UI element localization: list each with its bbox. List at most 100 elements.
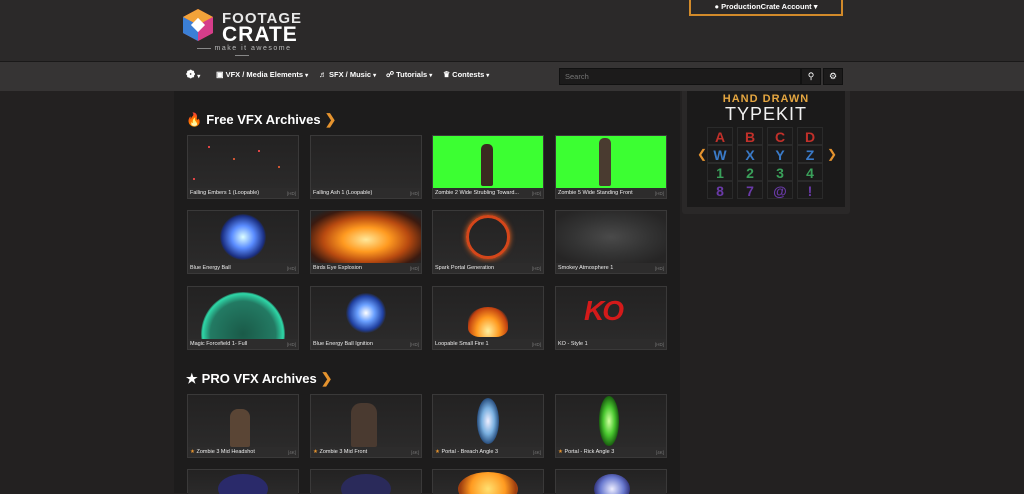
user-icon: ● (714, 2, 719, 11)
ad-letter: 2 (737, 163, 763, 181)
hd-badge: [HD] (410, 266, 419, 271)
vfx-card[interactable] (310, 469, 422, 494)
card-title: Zombie 2 Wide Strubling Toward... (435, 190, 519, 196)
ad-letter: 8 (707, 181, 733, 199)
account-label: ProductionCrate Account (721, 2, 812, 11)
book-icon: ☍ (386, 70, 395, 79)
search-icon: ⚲ (807, 71, 815, 81)
vfx-card[interactable]: Smokey Atmosphere 1 [HD] (555, 210, 667, 274)
vfx-card[interactable]: Birds Eye Explosion [HD] (310, 210, 422, 274)
search-input[interactable] (559, 68, 801, 85)
ad-image: HAND DRAWN TYPEKIT ❮ ❯ A B C D W X Y Z 1… (687, 91, 845, 207)
thumbnail-partial (311, 470, 421, 494)
star-icon: ★ (313, 449, 318, 455)
quality-badge: [4K] (287, 450, 296, 455)
nav-tutorials[interactable]: ☍ Tutorials ▾ (386, 62, 432, 91)
vfx-card[interactable]: Spark Portal Generation [HD] (432, 210, 544, 274)
hd-badge: [HD] (532, 266, 541, 271)
vfx-card[interactable]: KO KO - Style 1 [HD] (555, 286, 667, 350)
nav-sfx[interactable]: ♬ SFX / Music ▾ (319, 62, 376, 91)
thumbnail-partial (433, 470, 543, 494)
vfx-card[interactable]: ★ Zombie 3 Mid Headshot [4K] (187, 394, 299, 458)
vfx-card[interactable] (432, 469, 544, 494)
thumbnail-small-fire (433, 287, 543, 339)
card-title: ★ Portal - Rick Angle 3 (558, 449, 654, 455)
vfx-card[interactable]: Falling Ash 1 (Loopable) [HD] (310, 135, 422, 199)
card-title: Falling Embers 1 (Loopable) (190, 190, 260, 196)
vfx-card[interactable] (187, 469, 299, 494)
star-icon: ★ (558, 449, 563, 455)
thumbnail-explosion (311, 211, 421, 263)
audio-icon: ♬ (319, 70, 327, 79)
vfx-card[interactable]: ★ Zombie 3 Mid Front [4K] (310, 394, 422, 458)
vfx-card[interactable]: Blue Energy Ball Ignition [HD] (310, 286, 422, 350)
quality-badge: [4K] (655, 450, 664, 455)
gear-icon: ⚙ (828, 71, 838, 81)
vfx-card[interactable]: Falling Embers 1 (Loopable) [HD] (187, 135, 299, 199)
thumbnail-ash (311, 136, 421, 188)
chevron-down-icon: ▾ (373, 73, 377, 79)
chevron-down-icon: ▾ (429, 73, 433, 79)
quality-badge: [4K] (532, 450, 541, 455)
ad-letter: Z (797, 145, 823, 163)
thumbnail-portal-breach (433, 395, 543, 447)
card-title: Smokey Atmosphere 1 (558, 265, 614, 271)
hd-badge: [HD] (532, 191, 541, 196)
ad-letter: ! (797, 181, 823, 199)
chevron-right-icon[interactable]: ❯ (827, 147, 837, 161)
footagecrate-logo[interactable]: FOOTAGE CRATE make it awesome (180, 6, 305, 54)
card-title-text: Zombie 3 Mid Headshot (196, 449, 255, 455)
thumbnail-smoke (556, 211, 666, 263)
vfx-card[interactable]: Blue Energy Ball [HD] (187, 210, 299, 274)
chevron-left-icon[interactable]: ❮ (697, 147, 707, 161)
nav-vfx-label: VFX / Media Elements (225, 70, 304, 79)
nav-logo-menu[interactable]: ❁ ▾ (186, 62, 200, 91)
vfx-card[interactable]: Magic Forcefield 1- Full [HD] (187, 286, 299, 350)
star-icon: ★ (435, 449, 440, 455)
free-vfx-heading[interactable]: 🔥 Free VFX Archives ❯ (186, 111, 336, 128)
ad-letter: 3 (767, 163, 793, 181)
ad-letter: 4 (797, 163, 823, 181)
logo-tagline: make it awesome (182, 45, 302, 59)
ad-letter: C (767, 127, 793, 145)
card-title: ★ Portal - Breach Angle 3 (435, 449, 531, 455)
vfx-card[interactable] (555, 469, 667, 494)
nav-tutorials-label: Tutorials (396, 70, 428, 79)
card-title: Birds Eye Explosion (313, 265, 362, 271)
vfx-card[interactable]: Zombie 2 Wide Strubling Toward... [HD] (432, 135, 544, 199)
thumbnail-zombie3-front (311, 395, 421, 447)
hd-badge: [HD] (287, 342, 296, 347)
hd-badge: [HD] (287, 191, 296, 196)
account-menu-button[interactable]: ● ProductionCrate Account ▾ (689, 0, 843, 16)
thumbnail-embers (188, 136, 298, 188)
vfx-card[interactable]: Zombie 5 Wide Standing Front [HD] (555, 135, 667, 199)
card-title: Spark Portal Generation (435, 265, 495, 271)
settings-button[interactable]: ⚙ (823, 68, 843, 85)
thumbnail-partial (556, 470, 666, 494)
ad-title-line2: TYPEKIT (724, 104, 807, 124)
typekit-ad-banner[interactable]: HAND DRAWN TYPEKIT ❮ ❯ A B C D W X Y Z 1… (682, 91, 850, 214)
main-navbar: ❁ ▾ ▣ VFX / Media Elements ▾ ♬ SFX / Music ▾ … (0, 62, 1024, 91)
ad-letter: B (737, 127, 763, 145)
hd-badge: [HD] (655, 191, 664, 196)
chevron-down-icon: ▾ (813, 2, 818, 11)
ad-letter: X (737, 145, 763, 163)
logo-text-crate: CRATE (222, 23, 298, 46)
nav-contests[interactable]: ♛ Contests ▾ (443, 62, 489, 91)
vfx-card[interactable]: ★ Portal - Breach Angle 3 [4K] (432, 394, 544, 458)
vfx-card[interactable]: Loopable Small Fire 1 [HD] (432, 286, 544, 350)
search-button[interactable]: ⚲ (801, 68, 821, 85)
pro-vfx-heading[interactable]: ★ PRO VFX Archives ❯ (186, 370, 333, 387)
ad-letter: @ (767, 181, 793, 199)
ad-letter: A (707, 127, 733, 145)
thumbnail-portal-rick (556, 395, 666, 447)
chevron-down-icon: ▾ (305, 73, 309, 79)
nav-vfx[interactable]: ▣ VFX / Media Elements ▾ (216, 62, 308, 91)
thumbnail-spark-portal (433, 211, 543, 263)
vfx-card[interactable]: ★ Portal - Rick Angle 3 [4K] (555, 394, 667, 458)
video-icon: ▣ (216, 70, 224, 79)
card-title: Zombie 5 Wide Standing Front (558, 190, 633, 196)
chevron-down-icon: ▾ (197, 74, 201, 80)
ad-letter: Y (767, 145, 793, 163)
nav-contests-label: Contests (452, 70, 485, 79)
